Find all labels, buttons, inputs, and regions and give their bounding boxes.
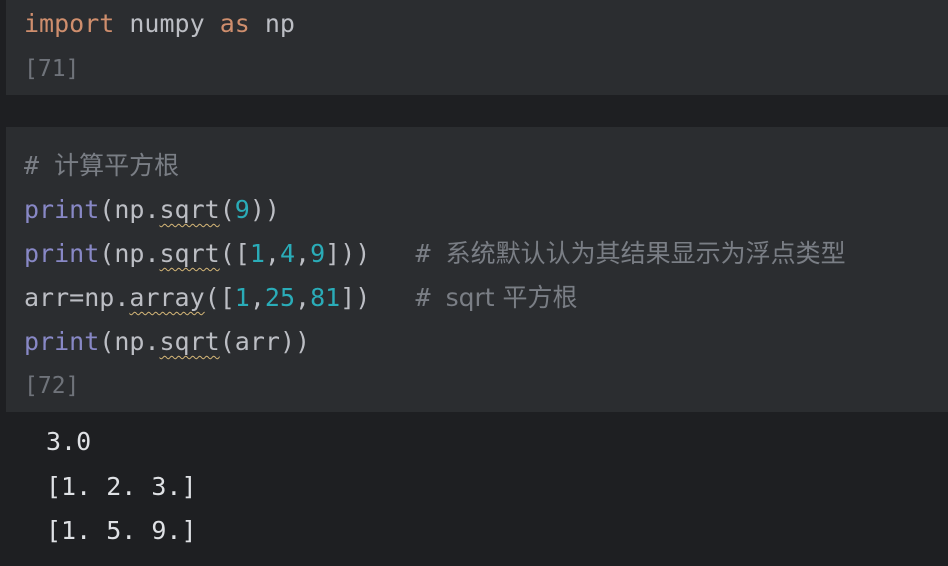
output-line: 3.0 [46, 427, 92, 456]
print-function: print [24, 239, 100, 268]
comment-text: 计算平方根 [54, 151, 180, 180]
sqrt-function: sqrt [159, 327, 220, 356]
array-function: array [129, 283, 205, 312]
np-ref: np [114, 327, 145, 356]
inline-comment-text: 系统默认认为其结果显示为浮点类型 [445, 239, 846, 268]
code-line-print-sqrt-arr[interactable]: print(np.sqrt(arr)) [24, 327, 310, 357]
output-line: [1. 5. 9.] [46, 516, 197, 545]
arr-variable: arr [24, 283, 70, 312]
module-name: numpy [129, 9, 205, 38]
print-function: print [24, 327, 100, 356]
code-cell-72[interactable]: # 计算平方根 print(np.sqrt(9)) print(np.sqrt(… [6, 127, 948, 412]
execution-count-71: [71] [24, 56, 80, 82]
np-ref: np [114, 195, 145, 224]
number-literal: 81 [310, 283, 341, 312]
np-ref: np [114, 239, 145, 268]
comment-hash: # [415, 283, 431, 312]
number-literal: 1 [249, 239, 265, 268]
execution-count-72: [72] [24, 373, 80, 399]
output-line: [1. 2. 3.] [46, 472, 197, 501]
number-literal: 1 [234, 283, 250, 312]
print-function: print [24, 195, 100, 224]
keyword-as: as [219, 9, 250, 38]
inline-comment-text: sqrt 平方根 [445, 283, 578, 312]
arr-variable: arr [234, 327, 280, 356]
code-line-print-sqrt-9[interactable]: print(np.sqrt(9)) [24, 195, 280, 225]
number-literal: 4 [279, 239, 296, 268]
code-line-comment[interactable]: # 计算平方根 [24, 151, 179, 181]
number-literal: 9 [310, 239, 326, 268]
number-literal: 25 [264, 283, 295, 312]
sqrt-function: sqrt [159, 239, 220, 268]
sqrt-function: sqrt [159, 195, 220, 224]
code-cell-71[interactable]: import numpy as np [71] [6, 0, 948, 95]
comment-hash: # [24, 151, 40, 180]
np-ref: np [84, 283, 115, 312]
comment-hash: # [415, 239, 431, 268]
code-line-arr-assign[interactable]: arr=np.array([1,25,81]) # sqrt 平方根 [24, 283, 577, 313]
module-alias: np [264, 9, 295, 38]
code-line-print-sqrt-list[interactable]: print(np.sqrt([1,4,9])) # 系统默认认为其结果显示为浮点… [24, 239, 846, 269]
number-literal: 9 [234, 195, 250, 224]
code-line-import[interactable]: import numpy as np [24, 9, 295, 39]
keyword-import: import [24, 9, 115, 38]
